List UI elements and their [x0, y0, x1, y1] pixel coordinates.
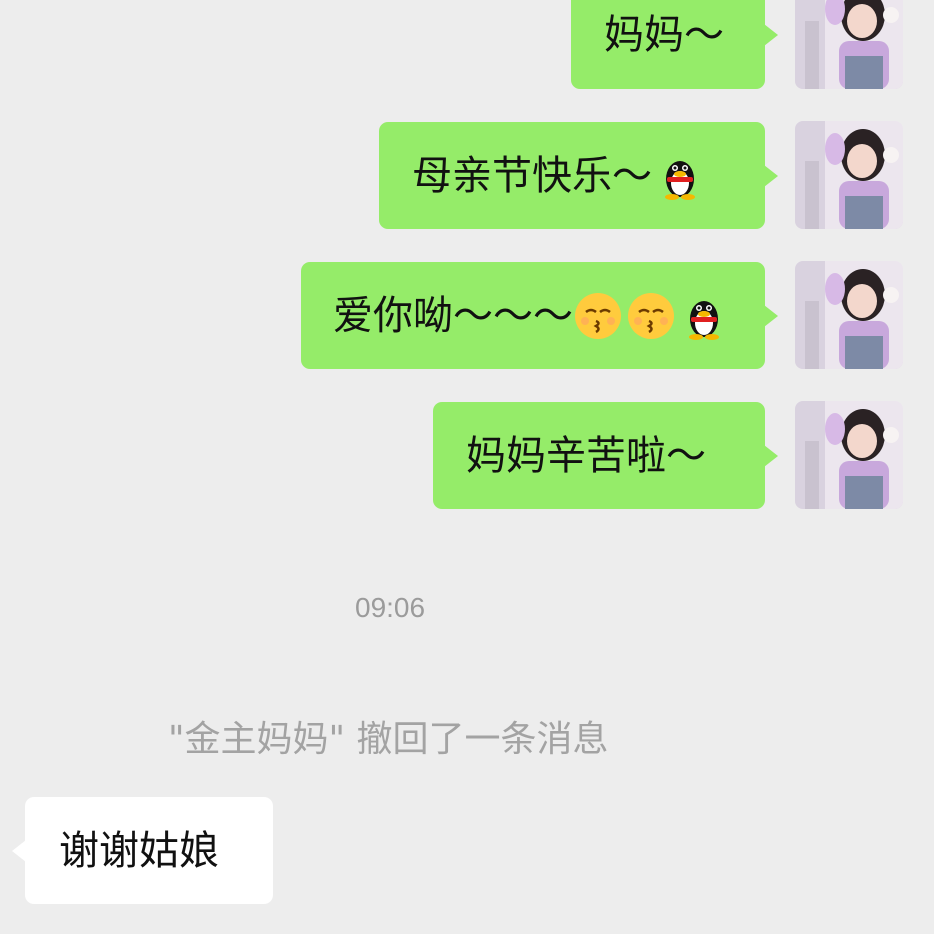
incoming-message-bubble[interactable]: 谢谢姑娘 — [12, 797, 273, 904]
recall-notice: "金主妈妈" 撤回了一条消息 — [168, 719, 609, 760]
message-text: 妈妈辛苦啦～ — [466, 432, 706, 479]
outgoing-message-bubble[interactable]: 爱你呦～～～ — [301, 262, 778, 369]
chat-window: 妈妈～ 母亲节快乐～ 爱你呦～～～ 妈妈辛苦啦～ 09:06 "金主妈妈" 撤回… — [0, 0, 934, 934]
avatar[interactable] — [795, 121, 903, 229]
message-text: 母亲节快乐～ — [412, 152, 652, 199]
message-text: 妈妈～ — [604, 11, 724, 58]
kissing-face-icon — [626, 291, 676, 341]
avatar[interactable] — [795, 261, 903, 369]
outgoing-message-bubble[interactable]: 妈妈辛苦啦～ — [433, 402, 778, 509]
message-timestamp: 09:06 — [355, 592, 426, 623]
message-text: 爱你呦～～～ — [333, 292, 573, 339]
kissing-face-icon — [573, 291, 623, 341]
avatar[interactable] — [795, 0, 903, 89]
outgoing-message-bubble[interactable]: 母亲节快乐～ — [379, 122, 778, 229]
message-text: 谢谢姑娘 — [59, 827, 219, 874]
avatar[interactable] — [795, 401, 903, 509]
outgoing-message-bubble[interactable]: 妈妈～ — [571, 0, 778, 89]
qq-penguin-icon — [679, 291, 729, 341]
qq-penguin-icon — [655, 151, 705, 201]
